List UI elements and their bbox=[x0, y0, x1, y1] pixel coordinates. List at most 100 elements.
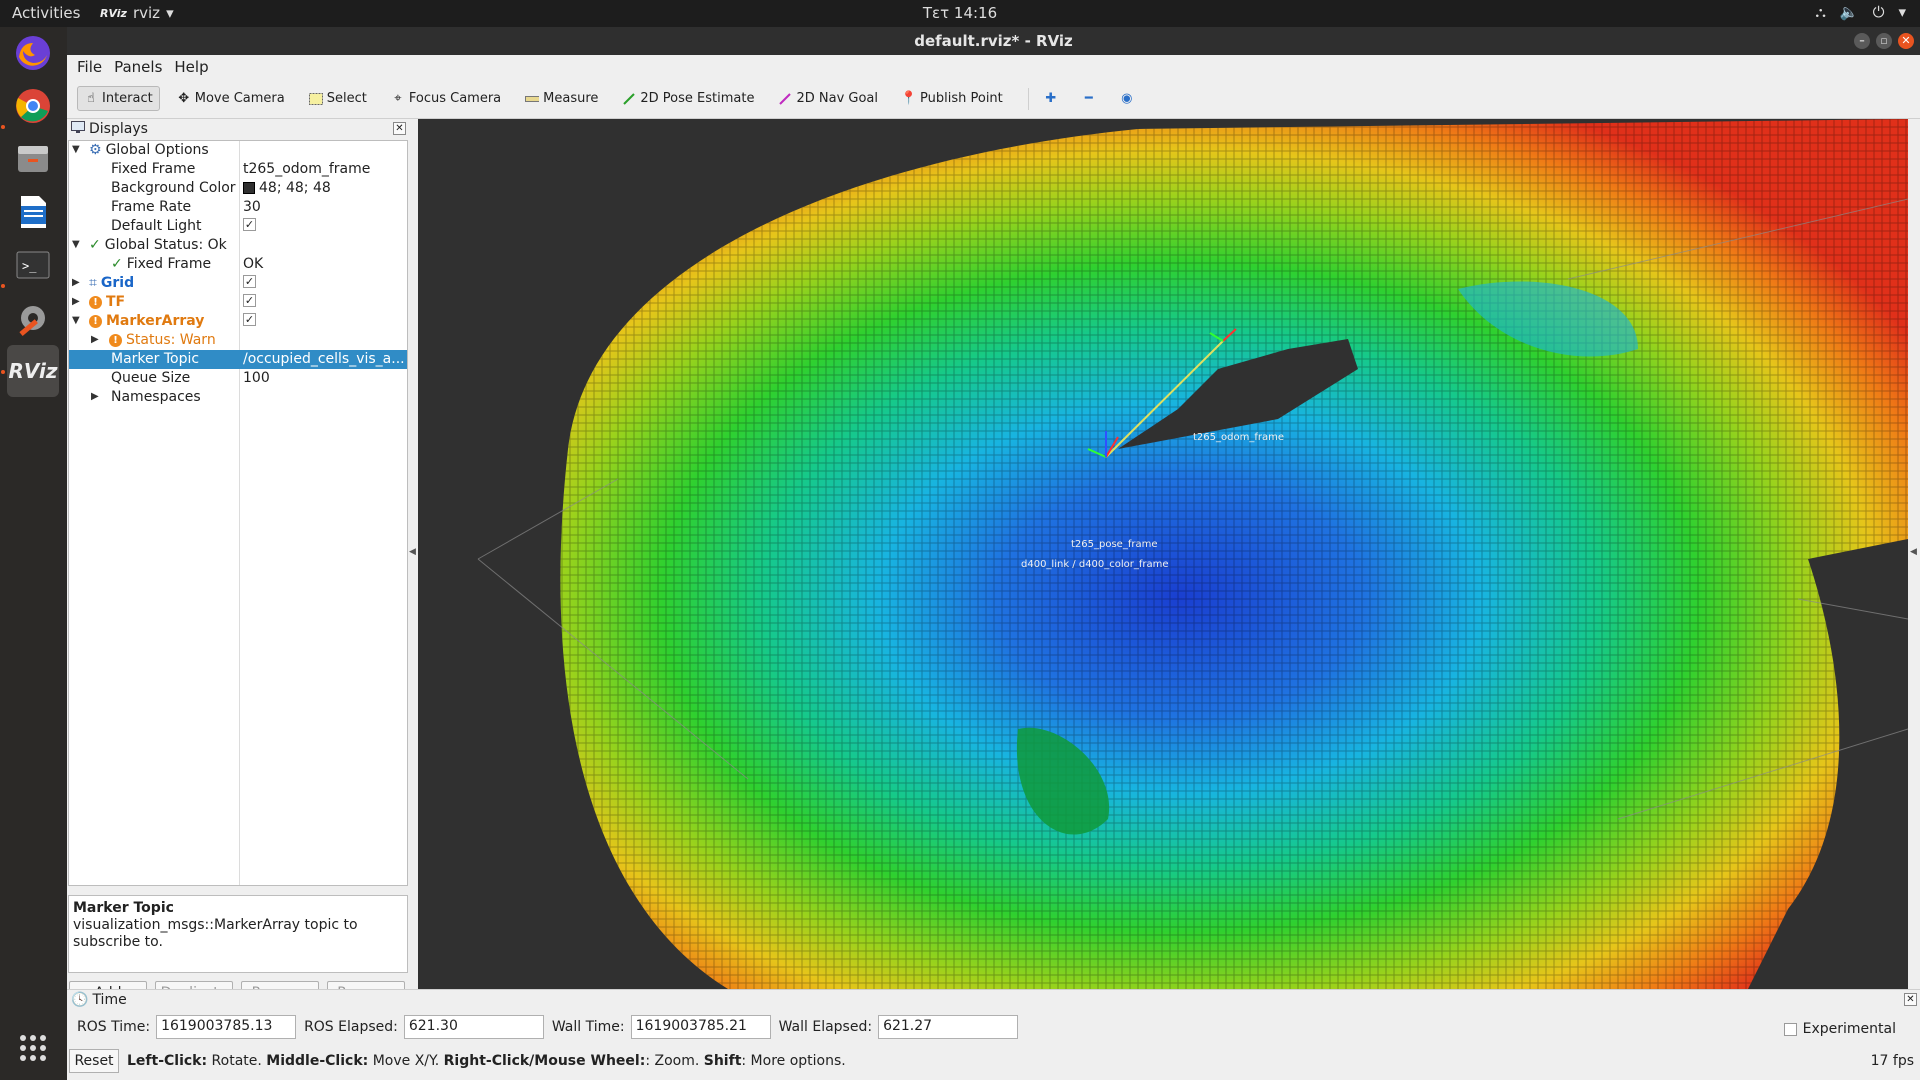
monitor-icon bbox=[71, 121, 85, 137]
collapsed-arrow-icon[interactable]: ▶ bbox=[91, 334, 99, 345]
measure-tool[interactable]: Measure bbox=[518, 86, 605, 111]
settings-icon[interactable] bbox=[7, 292, 59, 344]
expanded-arrow-icon[interactable]: ▼ bbox=[72, 315, 80, 326]
tree-row-marker-topic[interactable]: Marker Topic /occupied_cells_vis_a... bbox=[69, 350, 407, 369]
tree-row-background-color[interactable]: Background Color 48; 48; 48 bbox=[69, 179, 407, 198]
queue-size-value[interactable]: 100 bbox=[243, 370, 405, 386]
expanded-arrow-icon[interactable]: ▼ bbox=[72, 239, 80, 250]
app-menu[interactable]: RViz rviz ▾ bbox=[100, 4, 174, 22]
tree-row-tf[interactable]: ▶ ! TF ✓ bbox=[69, 293, 407, 312]
close-button[interactable]: ✕ bbox=[1898, 33, 1914, 49]
tree-row-global-status[interactable]: ▼ ✓ Global Status: Ok bbox=[69, 236, 407, 255]
render-view-3d[interactable]: t265_odom_frame t265_pose_frame d400_lin… bbox=[418, 119, 1908, 989]
displays-panel: Displays ✕ ▼ ⚙ Global Options Fixed Frame… bbox=[67, 119, 409, 1005]
clock[interactable]: Τετ 14:16 bbox=[923, 4, 997, 22]
hand-icon: ☝ bbox=[87, 91, 95, 106]
minimize-button[interactable]: – bbox=[1854, 33, 1870, 49]
fixed-frame-value[interactable]: t265_odom_frame bbox=[243, 161, 405, 177]
tree-row-namespaces[interactable]: ▶ Namespaces bbox=[69, 388, 407, 407]
displays-header: Displays ✕ bbox=[67, 119, 409, 139]
menu-file[interactable]: File bbox=[77, 58, 102, 76]
time-fields: ROS Time: 1619003785.13 ROS Elapsed: 621… bbox=[77, 1015, 1026, 1039]
chrome-icon[interactable] bbox=[7, 80, 59, 132]
pose-estimate-tool[interactable]: 2D Pose Estimate bbox=[615, 86, 761, 111]
window-titlebar[interactable]: default.rviz* - RViz – ▫ ✕ bbox=[67, 27, 1920, 55]
experimental-option[interactable]: Experimental bbox=[1783, 1021, 1896, 1037]
gnome-top-bar: Activities RViz rviz ▾ Τετ 14:16 ⛬ 🔈 ⏻ ▾ bbox=[0, 0, 1920, 27]
menu-panels[interactable]: Panels bbox=[114, 58, 162, 76]
tree-row-status-warn[interactable]: ▶ ! Status: Warn bbox=[69, 331, 407, 350]
hint-right-text: : Zoom. bbox=[645, 1053, 704, 1069]
left-splitter[interactable]: ◀ bbox=[409, 119, 418, 989]
marker-array-label: MarkerArray bbox=[106, 313, 205, 329]
status-warn-label: Status: Warn bbox=[126, 332, 216, 348]
focus-camera-tool[interactable]: ⌖ Focus Camera bbox=[384, 86, 508, 111]
background-color-value[interactable]: 48; 48; 48 bbox=[259, 180, 331, 196]
select-tool[interactable]: Select bbox=[302, 86, 374, 111]
tf-checkbox[interactable]: ✓ bbox=[243, 294, 256, 307]
time-close-button[interactable]: ✕ bbox=[1904, 993, 1917, 1006]
terminal-icon[interactable]: >_ bbox=[7, 239, 59, 291]
collapsed-arrow-icon[interactable]: ▶ bbox=[72, 277, 80, 288]
collapsed-arrow-icon[interactable]: ▶ bbox=[91, 391, 99, 402]
property-description: Marker Topic visualization_msgs::MarkerA… bbox=[68, 895, 408, 973]
reset-button[interactable]: Reset bbox=[69, 1049, 119, 1073]
experimental-checkbox[interactable] bbox=[1783, 1022, 1797, 1036]
interact-tool[interactable]: ☝ Interact bbox=[77, 86, 160, 111]
chevron-right-icon[interactable]: ◀ bbox=[1910, 547, 1917, 557]
tree-row-frame-rate[interactable]: Frame Rate 30 bbox=[69, 198, 407, 217]
writer-icon[interactable] bbox=[7, 186, 59, 238]
tree-row-grid[interactable]: ▶ ⌗ Grid ✓ bbox=[69, 274, 407, 293]
camera-type-button[interactable]: ◉ bbox=[1113, 87, 1141, 111]
color-swatch[interactable] bbox=[243, 182, 255, 194]
ros-elapsed-field[interactable]: 621.30 bbox=[403, 1015, 544, 1039]
checkmark-icon: ✓ bbox=[89, 237, 101, 253]
frame-rate-value[interactable]: 30 bbox=[243, 199, 405, 215]
marker-array-checkbox[interactable]: ✓ bbox=[243, 313, 256, 326]
tree-row-status-fixed-frame[interactable]: ✓ Fixed Frame OK bbox=[69, 255, 407, 274]
nav-goal-tool[interactable]: 2D Nav Goal bbox=[771, 86, 885, 111]
frame-label-odom: t265_odom_frame bbox=[1193, 432, 1284, 443]
rviz-window: default.rviz* - RViz – ▫ ✕ File Panels H… bbox=[67, 27, 1920, 1080]
tree-row-fixed-frame[interactable]: Fixed Frame t265_odom_frame bbox=[69, 160, 407, 179]
measure-label: Measure bbox=[543, 91, 599, 106]
activities-button[interactable]: Activities bbox=[12, 4, 80, 22]
files-icon[interactable] bbox=[7, 133, 59, 185]
ros-time-field[interactable]: 1619003785.13 bbox=[156, 1015, 297, 1039]
global-options-label: Global Options bbox=[105, 142, 209, 158]
firefox-icon[interactable] bbox=[7, 27, 59, 79]
time-panel: 🕓 Time ✕ ROS Time: 1619003785.13 ROS Ela… bbox=[67, 989, 1920, 1080]
add-tool-button[interactable]: ✚ bbox=[1037, 87, 1065, 111]
collapsed-arrow-icon[interactable]: ▶ bbox=[72, 296, 80, 307]
window-title: default.rviz* - RViz bbox=[914, 32, 1073, 50]
tree-row-global-options[interactable]: ▼ ⚙ Global Options bbox=[69, 141, 407, 160]
hint-shift-key: Shift bbox=[703, 1053, 742, 1069]
wall-time-field[interactable]: 1619003785.21 bbox=[630, 1015, 771, 1039]
right-splitter[interactable]: ◀ bbox=[1908, 119, 1920, 989]
chevron-left-icon[interactable]: ◀ bbox=[409, 547, 416, 557]
remove-tool-button[interactable]: ━ bbox=[1075, 87, 1103, 111]
default-light-checkbox[interactable]: ✓ bbox=[243, 218, 256, 231]
maximize-button[interactable]: ▫ bbox=[1876, 33, 1892, 49]
expanded-arrow-icon[interactable]: ▼ bbox=[72, 144, 80, 155]
tree-row-marker-array[interactable]: ▼ ! MarkerArray ✓ bbox=[69, 312, 407, 331]
frame-label-d400: d400_link / d400_color_frame bbox=[1021, 559, 1169, 570]
system-tray[interactable]: ⛬ 🔈 ⏻ ▾ bbox=[1815, 3, 1906, 21]
show-applications-icon[interactable] bbox=[7, 1022, 59, 1074]
wall-elapsed-field[interactable]: 621.27 bbox=[878, 1015, 1019, 1039]
status-bar: Reset Left-Click: Rotate. Middle-Click: … bbox=[69, 1049, 1919, 1073]
voxel-map[interactable]: t265_odom_frame t265_pose_frame d400_lin… bbox=[418, 119, 1908, 989]
power-icon: ⏻ bbox=[1872, 3, 1885, 21]
move-camera-tool[interactable]: ✥ Move Camera bbox=[170, 86, 292, 111]
grid-checkbox[interactable]: ✓ bbox=[243, 275, 256, 288]
rviz-icon[interactable]: RViz bbox=[7, 345, 59, 397]
warning-icon: ! bbox=[109, 333, 122, 347]
tree-row-default-light[interactable]: Default Light ✓ bbox=[69, 217, 407, 236]
hint-right-key: Right-Click/Mouse Wheel: bbox=[443, 1053, 646, 1069]
marker-topic-value[interactable]: /occupied_cells_vis_a... bbox=[243, 351, 405, 367]
green-arrow-icon bbox=[622, 92, 636, 106]
tree-row-queue-size[interactable]: Queue Size 100 bbox=[69, 369, 407, 388]
menu-help[interactable]: Help bbox=[174, 58, 208, 76]
displays-close-button[interactable]: ✕ bbox=[393, 122, 406, 135]
publish-point-tool[interactable]: 📍 Publish Point bbox=[895, 86, 1010, 111]
